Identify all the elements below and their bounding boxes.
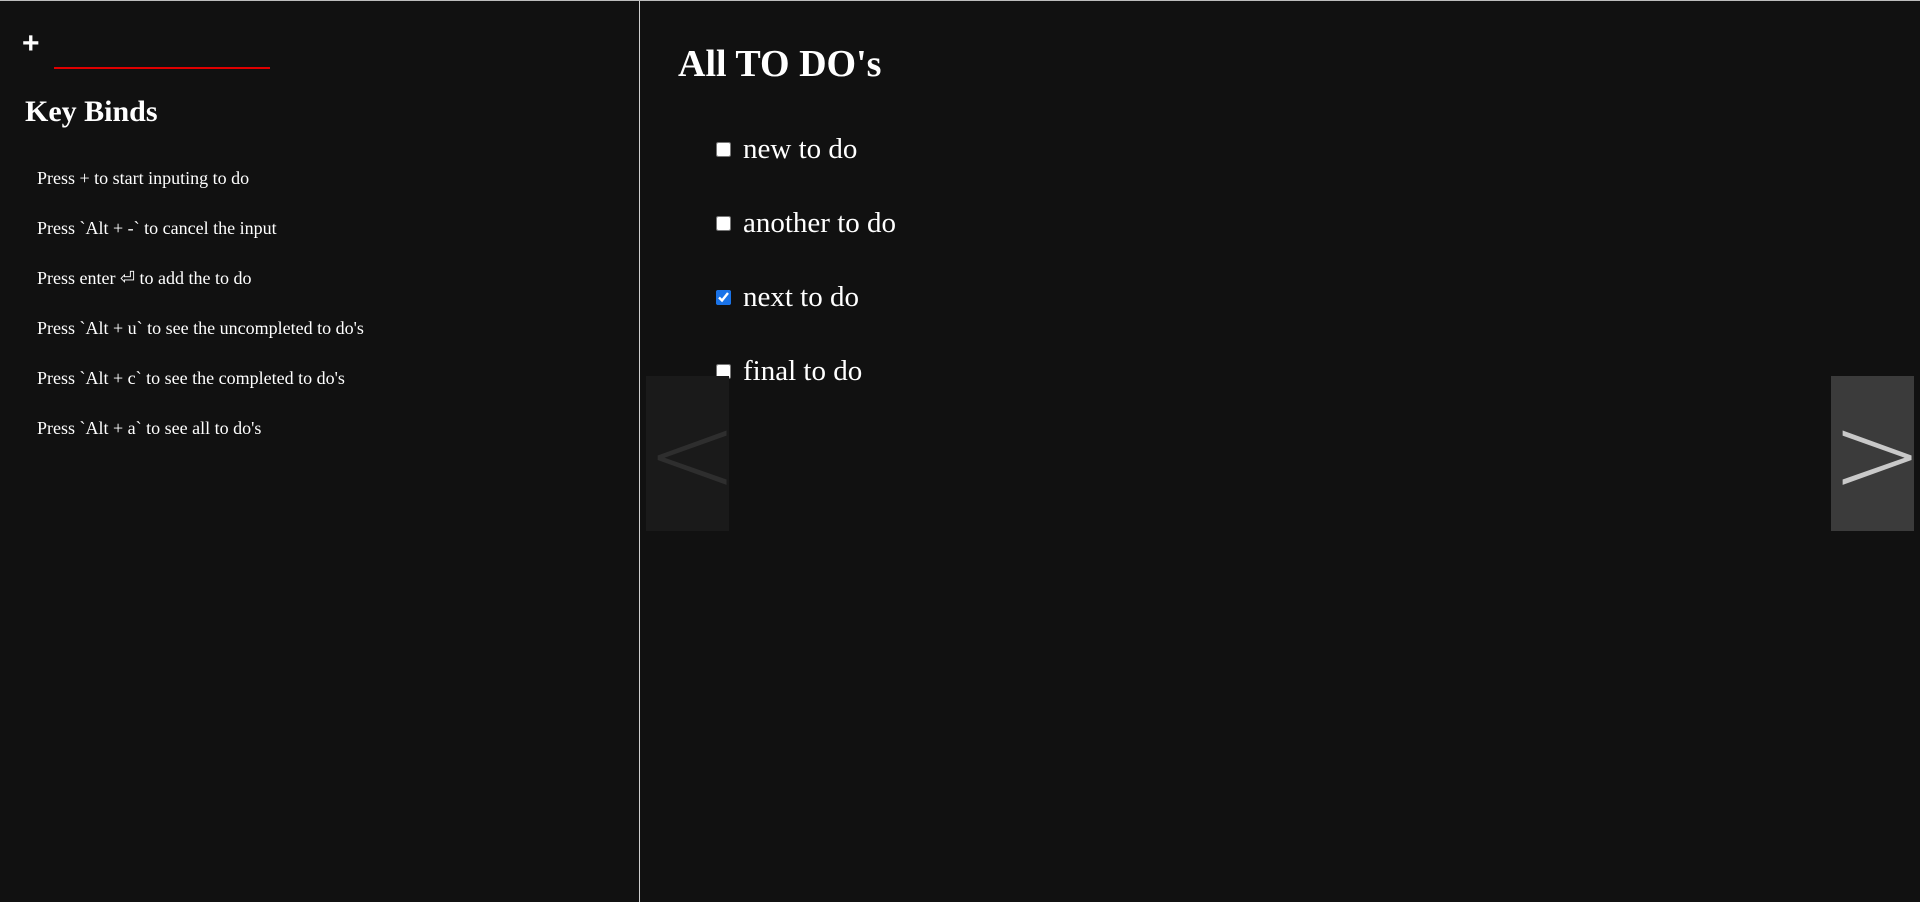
- todo-checkbox[interactable]: [716, 141, 731, 157]
- todo-text: new to do: [743, 133, 858, 165]
- key-binds-list: Press + to start inputing to do Press `A…: [37, 166, 364, 466]
- key-bind-item: Press enter ⏎ to add the to do: [37, 268, 252, 288]
- app-root: + Key Binds Press + to start inputing to…: [0, 0, 1920, 902]
- todo-checkbox[interactable]: [716, 289, 731, 305]
- next-view-button[interactable]: >: [1831, 376, 1920, 531]
- todo-text: next to do: [743, 281, 859, 313]
- key-bind-item: Press `Alt + c` to see the completed to …: [37, 368, 345, 388]
- key-bind-item: Press `Alt + -` to cancel the input: [37, 218, 277, 238]
- todo-checkbox[interactable]: [716, 215, 731, 231]
- view-title: All TO DO's: [678, 43, 882, 85]
- previous-view-button[interactable]: <: [646, 376, 738, 531]
- key-binds-title: Key Binds: [25, 95, 158, 128]
- plus-icon[interactable]: +: [22, 27, 40, 61]
- left-panel: + Key Binds Press + to start inputing to…: [0, 1, 640, 902]
- todo-list: new to do another to do next to do final…: [716, 112, 896, 408]
- todo-text: another to do: [743, 207, 897, 239]
- todo-text: final to do: [743, 355, 863, 387]
- todo-item: final to do: [716, 334, 896, 408]
- add-todo-row: +: [22, 27, 282, 71]
- key-bind-item: Press + to start inputing to do: [37, 168, 250, 188]
- key-bind-item: Press `Alt + u` to see the uncompleted t…: [37, 318, 364, 338]
- todo-input[interactable]: [54, 35, 270, 69]
- todo-panel: All TO DO's new to do another to do next…: [640, 1, 1920, 902]
- todo-item: new to do: [716, 112, 896, 186]
- todo-item: another to do: [716, 186, 896, 260]
- key-bind-item: Press `Alt + a` to see all to do's: [37, 418, 262, 438]
- todo-item: next to do: [716, 260, 896, 334]
